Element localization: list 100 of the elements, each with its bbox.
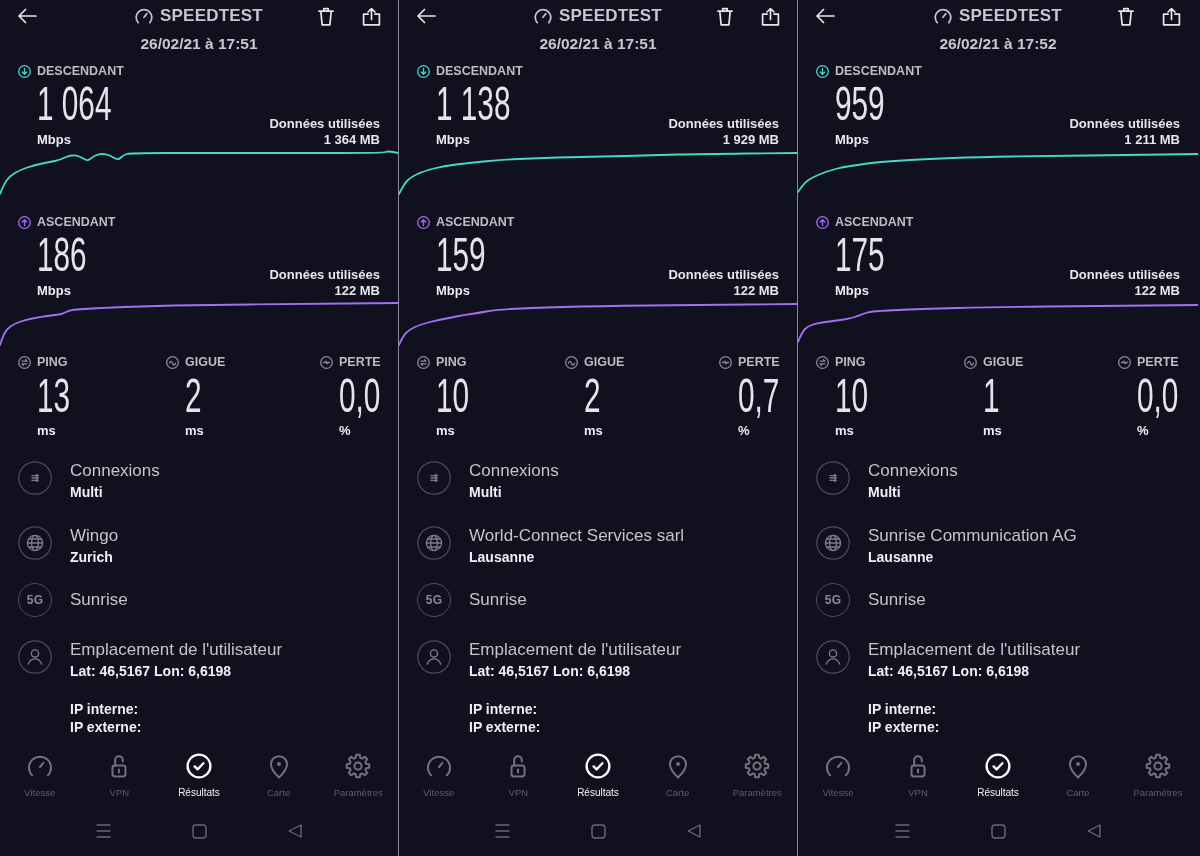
test-date: 26/02/21 à 17:51: [139, 36, 259, 52]
back-arrow-icon[interactable]: [815, 8, 835, 24]
detail-title: Wingo: [70, 526, 119, 546]
metric-unit: %: [1137, 423, 1149, 438]
speed-label: DESCENDANT: [37, 64, 124, 78]
upload-arrow-icon: [417, 215, 430, 229]
data-used-value: 122 MB: [333, 283, 380, 299]
test-date: 26/02/21 à 17:52: [938, 36, 1058, 52]
nav-tab[interactable]: Carte: [1065, 750, 1091, 799]
home-square-icon[interactable]: [990, 823, 1006, 839]
detail-title: Sunrise: [70, 590, 128, 610]
nav-tab[interactable]: Carte: [265, 750, 292, 799]
detail-value: Multi: [70, 483, 104, 501]
data-used-value: 1 211 MB: [1123, 132, 1180, 148]
detail-value: Lat: 46,5167 Lon: 6,6198: [868, 662, 1031, 680]
share-icon[interactable]: [362, 6, 381, 26]
ping-arrows-icon: [18, 355, 31, 369]
home-square-icon[interactable]: [191, 823, 207, 839]
nav-tab[interactable]: Vitesse: [822, 750, 854, 799]
globe-icon: [417, 526, 451, 560]
user-icon: [417, 640, 451, 674]
speed-value: 175: [835, 231, 885, 279]
metric-label: GIGUE: [185, 355, 226, 369]
detail-title: Emplacement de l'utilisateur: [469, 640, 682, 660]
back-arrow-icon[interactable]: [416, 8, 436, 24]
speed-unit: Mbps: [436, 132, 470, 148]
metric-value: 0,0: [1137, 372, 1179, 420]
speedometer-icon: [425, 753, 452, 779]
metric-unit: ms: [37, 423, 56, 438]
metric-label: PERTE: [1137, 355, 1179, 369]
download-arrow-icon: [18, 64, 31, 78]
nav-tab[interactable]: Paramètres: [333, 750, 383, 799]
nav-tab[interactable]: Vitesse: [24, 750, 56, 799]
metric-label: GIGUE: [983, 355, 1024, 369]
detail-title: Sunrise: [469, 590, 527, 610]
home-square-icon[interactable]: [590, 823, 606, 839]
back-triangle-icon[interactable]: [687, 824, 701, 838]
nav-tab[interactable]: VPN: [905, 750, 931, 799]
metric-unit: ms: [584, 423, 603, 438]
nav-tab[interactable]: VPN: [106, 750, 133, 799]
trash-icon[interactable]: [717, 6, 733, 26]
detail-title: Emplacement de l'utilisateur: [868, 640, 1081, 660]
data-used-label: Données utilisées: [1069, 267, 1180, 283]
globe-icon: [816, 526, 850, 560]
trash-icon[interactable]: [318, 6, 334, 26]
user-icon: [816, 640, 850, 674]
metric-unit: ms: [835, 423, 854, 438]
nav-tab[interactable]: Vitesse: [423, 750, 455, 799]
speed-unit: Mbps: [436, 283, 470, 299]
upload-arrow-icon: [816, 215, 829, 229]
ip-address-label: IP interne:: [868, 700, 938, 718]
connection-arrows-icon: [417, 461, 451, 495]
metric-label: PING: [436, 355, 467, 369]
metric-value: 1: [983, 372, 1000, 420]
settings-icon: [1145, 753, 1171, 779]
menu-icon[interactable]: [95, 824, 111, 838]
menu-icon[interactable]: [494, 824, 510, 838]
metric-value: 10: [835, 372, 869, 420]
metric-unit: ms: [983, 423, 1002, 438]
detail-value: Multi: [868, 483, 902, 501]
speed-label: ASCENDANT: [37, 215, 116, 229]
ip-address-label: IP externe:: [868, 718, 941, 736]
data-used-value: 122 MB: [732, 283, 779, 299]
back-triangle-icon[interactable]: [1087, 824, 1101, 838]
metric-label: PING: [37, 355, 68, 369]
check-circle-icon: [585, 753, 611, 779]
nav-tab[interactable]: Résultats: [577, 750, 619, 799]
metric-value: 0,7: [738, 372, 780, 420]
share-icon[interactable]: [761, 6, 780, 26]
ip-address-label: IP interne:: [70, 700, 140, 718]
app-title: SPEEDTEST: [559, 6, 662, 26]
menu-icon[interactable]: [894, 824, 910, 838]
speed-unit: Mbps: [37, 132, 71, 148]
trash-icon[interactable]: [1118, 6, 1134, 26]
detail-value: Lat: 46,5167 Lon: 6,6198: [70, 662, 233, 680]
data-used-label: Données utilisées: [668, 267, 779, 283]
nav-tab[interactable]: Résultats: [977, 750, 1019, 799]
share-icon[interactable]: [1162, 6, 1181, 26]
detail-title: Connexions: [469, 461, 559, 481]
speed-unit: Mbps: [835, 132, 869, 148]
back-triangle-icon[interactable]: [288, 824, 302, 838]
metric-unit: %: [738, 423, 750, 438]
detail-title: Connexions: [868, 461, 958, 481]
detail-title: World-Connect Services sarl: [469, 526, 685, 546]
download-arrow-icon: [417, 64, 430, 78]
nav-tab[interactable]: VPN: [505, 750, 532, 799]
nav-tab[interactable]: Carte: [664, 750, 691, 799]
test-date: 26/02/21 à 17:51: [538, 36, 658, 52]
app-title: SPEEDTEST: [959, 6, 1062, 26]
nav-tab[interactable]: Paramètres: [1133, 750, 1183, 799]
speedometer-icon: [26, 753, 53, 779]
speed-value: 159: [436, 231, 486, 279]
nav-tab[interactable]: Paramètres: [732, 750, 782, 799]
nav-tab[interactable]: Résultats: [178, 750, 220, 799]
data-used-label: Données utilisées: [1069, 116, 1180, 132]
settings-icon: [345, 753, 372, 779]
data-used-label: Données utilisées: [269, 267, 380, 283]
speed-value: 959: [835, 80, 885, 128]
back-arrow-icon[interactable]: [17, 8, 37, 24]
ping-arrows-icon: [816, 355, 829, 369]
